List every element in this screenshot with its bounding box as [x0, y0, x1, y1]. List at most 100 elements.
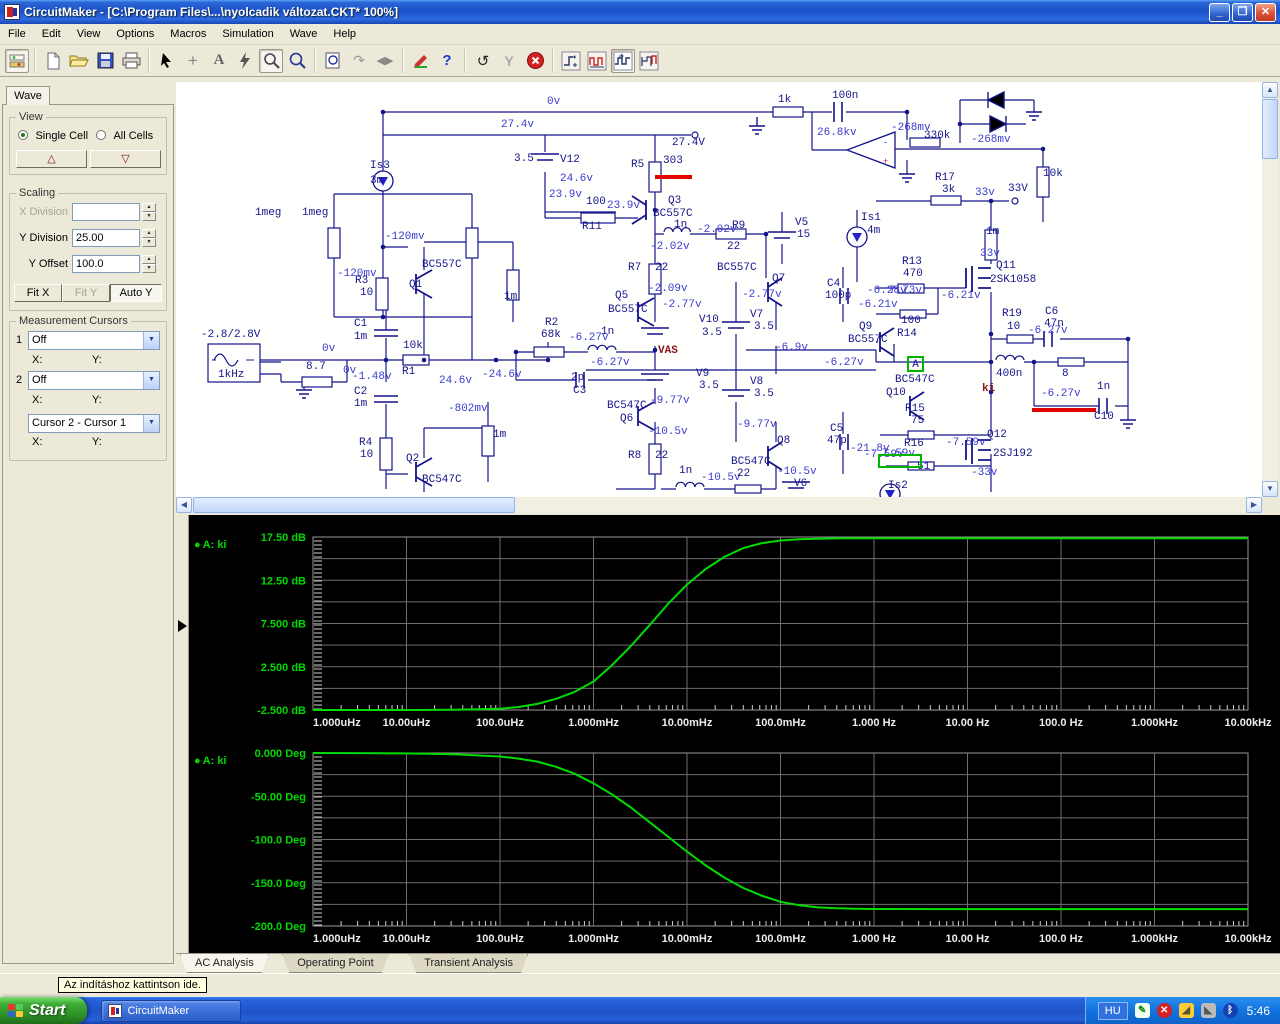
y-offset-input[interactable] [72, 255, 140, 273]
language-indicator[interactable]: HU [1097, 1001, 1128, 1020]
scroll-right-icon[interactable]: ▶ [1246, 497, 1262, 513]
status-tooltip: Az indításhoz kattintson ide. [58, 977, 207, 993]
y-division-spinner[interactable]: ▲ ▼ [142, 229, 156, 247]
schematic-label: R1 [402, 366, 416, 378]
current-source-glyphs [372, 170, 901, 497]
wire-plus-icon[interactable]: + [181, 49, 205, 73]
schematic-canvas[interactable]: - + 0v 27.4v 1k 100n 26.8kv -268mv 330k … [176, 82, 1262, 497]
split-view-icon[interactable]: ◀▶ [373, 49, 397, 73]
cursor1-x-label: X: [32, 354, 43, 366]
save-file-icon[interactable] [93, 49, 117, 73]
tab-wave[interactable]: Wave [6, 86, 50, 105]
ac-phase-plot[interactable]: 0.000 Deg -50.00 Deg -100.0 Deg -150.0 Deg -… [176, 731, 1280, 953]
menu-help[interactable]: Help [325, 25, 364, 43]
restore-button[interactable]: ❐ [1232, 2, 1253, 22]
audio-device-tray-icon[interactable]: ◣ [1200, 1003, 1216, 1018]
schematic-label: 26.8kv [817, 127, 857, 139]
rotate-icon[interactable]: ↷ [347, 49, 371, 73]
zoom-lens-icon[interactable] [285, 49, 309, 73]
schematic-label: R7 [628, 262, 642, 274]
schematic-label: 7.73v [889, 285, 923, 297]
single-cell-label: Single Cell [35, 130, 89, 142]
tab-transient-analysis[interactable]: Transient Analysis [409, 954, 528, 973]
y-division-input[interactable] [72, 229, 140, 247]
text-tool-icon[interactable]: A [207, 49, 231, 73]
security-alert-tray-icon[interactable]: ✕ [1156, 1003, 1172, 1018]
chevron-down-icon[interactable]: ▼ [143, 332, 159, 349]
menu-file[interactable]: File [0, 25, 34, 43]
view-group: View Single Cell All Cells △ ▽ [9, 111, 167, 175]
auto-y-button[interactable]: Auto Y [110, 284, 162, 302]
help-icon[interactable]: ? [435, 49, 459, 73]
menu-options[interactable]: Options [108, 25, 162, 43]
scope-square-icon[interactable] [585, 49, 609, 73]
y-offset-spinner[interactable]: ▲ ▼ [142, 255, 156, 273]
all-cells-radio[interactable]: All Cells [96, 126, 153, 144]
volume-tray-icon[interactable]: ◢ [1178, 1003, 1194, 1018]
close-button[interactable]: ✕ [1255, 2, 1276, 22]
taskbar-circuitmaker-button[interactable]: CircuitMaker [101, 999, 242, 1022]
scope-step-icon[interactable] [559, 49, 583, 73]
zoom-area-icon[interactable] [259, 48, 283, 73]
chevron-down-icon[interactable]: ▼ [143, 372, 159, 389]
cursor-diff-select[interactable]: Cursor 2 - Cursor 1 ▼ [28, 414, 160, 433]
fit-y-button[interactable]: Fit Y [62, 284, 110, 302]
stop-simulation-icon[interactable] [523, 49, 547, 73]
scaling-group-title: Scaling [16, 187, 59, 199]
hscroll-thumb[interactable] [193, 497, 515, 513]
print-icon[interactable] [119, 49, 143, 73]
ac-gain-plot[interactable]: 17.50 dB 12.50 dB 7.500 dB 2.500 dB -2.500 d… [176, 515, 1280, 735]
parts-browser-button[interactable] [5, 48, 29, 73]
red-highlight-mark [1032, 408, 1096, 412]
menu-macros[interactable]: Macros [162, 25, 214, 43]
analysis-tab-row: AC Analysis Operating Point Transient Anal… [176, 953, 1280, 973]
x-division-input[interactable] [72, 203, 140, 221]
chevron-down-icon[interactable]: ▼ [143, 415, 159, 432]
reset-undo-icon[interactable]: ↺ [471, 49, 495, 73]
scroll-up-icon[interactable]: ▲ [1262, 82, 1278, 98]
schematic-vscrollbar[interactable]: ▲ ▼ [1262, 82, 1278, 497]
menu-wave[interactable]: Wave [282, 25, 326, 43]
schematic-label: 1meg [302, 207, 329, 219]
vscroll-thumb[interactable] [1262, 99, 1278, 159]
schematic-label: 33V [1008, 183, 1028, 195]
cell-up-button[interactable]: △ [16, 150, 87, 168]
schematic-label: 8.7 [306, 361, 326, 373]
scroll-left-icon[interactable]: ◀ [176, 497, 192, 513]
scope-pulse-icon[interactable] [611, 48, 635, 73]
new-file-icon[interactable] [41, 49, 65, 73]
wave-panel-page: View Single Cell All Cells △ ▽ Scaling X… [2, 104, 174, 964]
scope-mixed-icon[interactable] [637, 49, 661, 73]
select-arrow-icon[interactable] [155, 49, 179, 73]
open-file-icon[interactable] [67, 49, 91, 73]
scroll-down-icon[interactable]: ▼ [1262, 481, 1278, 497]
menu-edit[interactable]: Edit [34, 25, 69, 43]
x-division-spinner[interactable]: ▲ ▼ [142, 203, 156, 221]
schematic-label: 2SK1058 [990, 274, 1037, 286]
wrench-icon[interactable]: Y [497, 49, 521, 73]
tab-operating-point[interactable]: Operating Point [282, 954, 388, 973]
cursor2-select[interactable]: Off ▼ [28, 371, 160, 390]
schematic-hscrollbar[interactable]: ◀ ▶ [176, 497, 1262, 513]
menu-simulation[interactable]: Simulation [214, 25, 281, 43]
radio-on-icon[interactable] [18, 130, 28, 140]
bluetooth-tray-icon[interactable]: ᛒ [1222, 1003, 1238, 1018]
menu-view[interactable]: View [69, 25, 109, 43]
cursor-diff-value: Cursor 2 - Cursor 1 [32, 417, 127, 429]
cell-down-button[interactable]: ▽ [90, 150, 161, 168]
schematic-label: 1n [1097, 381, 1111, 393]
minimize-button[interactable]: _ [1209, 2, 1230, 22]
preview-doc-icon[interactable] [321, 49, 345, 73]
tablet-settings-tray-icon[interactable]: ✎ [1134, 1003, 1150, 1018]
single-cell-radio[interactable]: Single Cell [18, 126, 88, 144]
cursor1-select[interactable]: Off ▼ [28, 331, 160, 350]
schematic-label: 10k [403, 340, 423, 352]
probe-edit-icon[interactable] [409, 49, 433, 73]
run-lightning-icon[interactable] [233, 49, 257, 73]
fit-x-button[interactable]: Fit X [14, 284, 62, 302]
tab-ac-analysis[interactable]: AC Analysis [180, 954, 269, 973]
schematic-label: Q10 [886, 387, 906, 399]
start-button[interactable]: Start [0, 997, 88, 1024]
radio-off-icon[interactable] [96, 130, 106, 140]
clock[interactable]: 5:46 [1247, 1004, 1270, 1018]
